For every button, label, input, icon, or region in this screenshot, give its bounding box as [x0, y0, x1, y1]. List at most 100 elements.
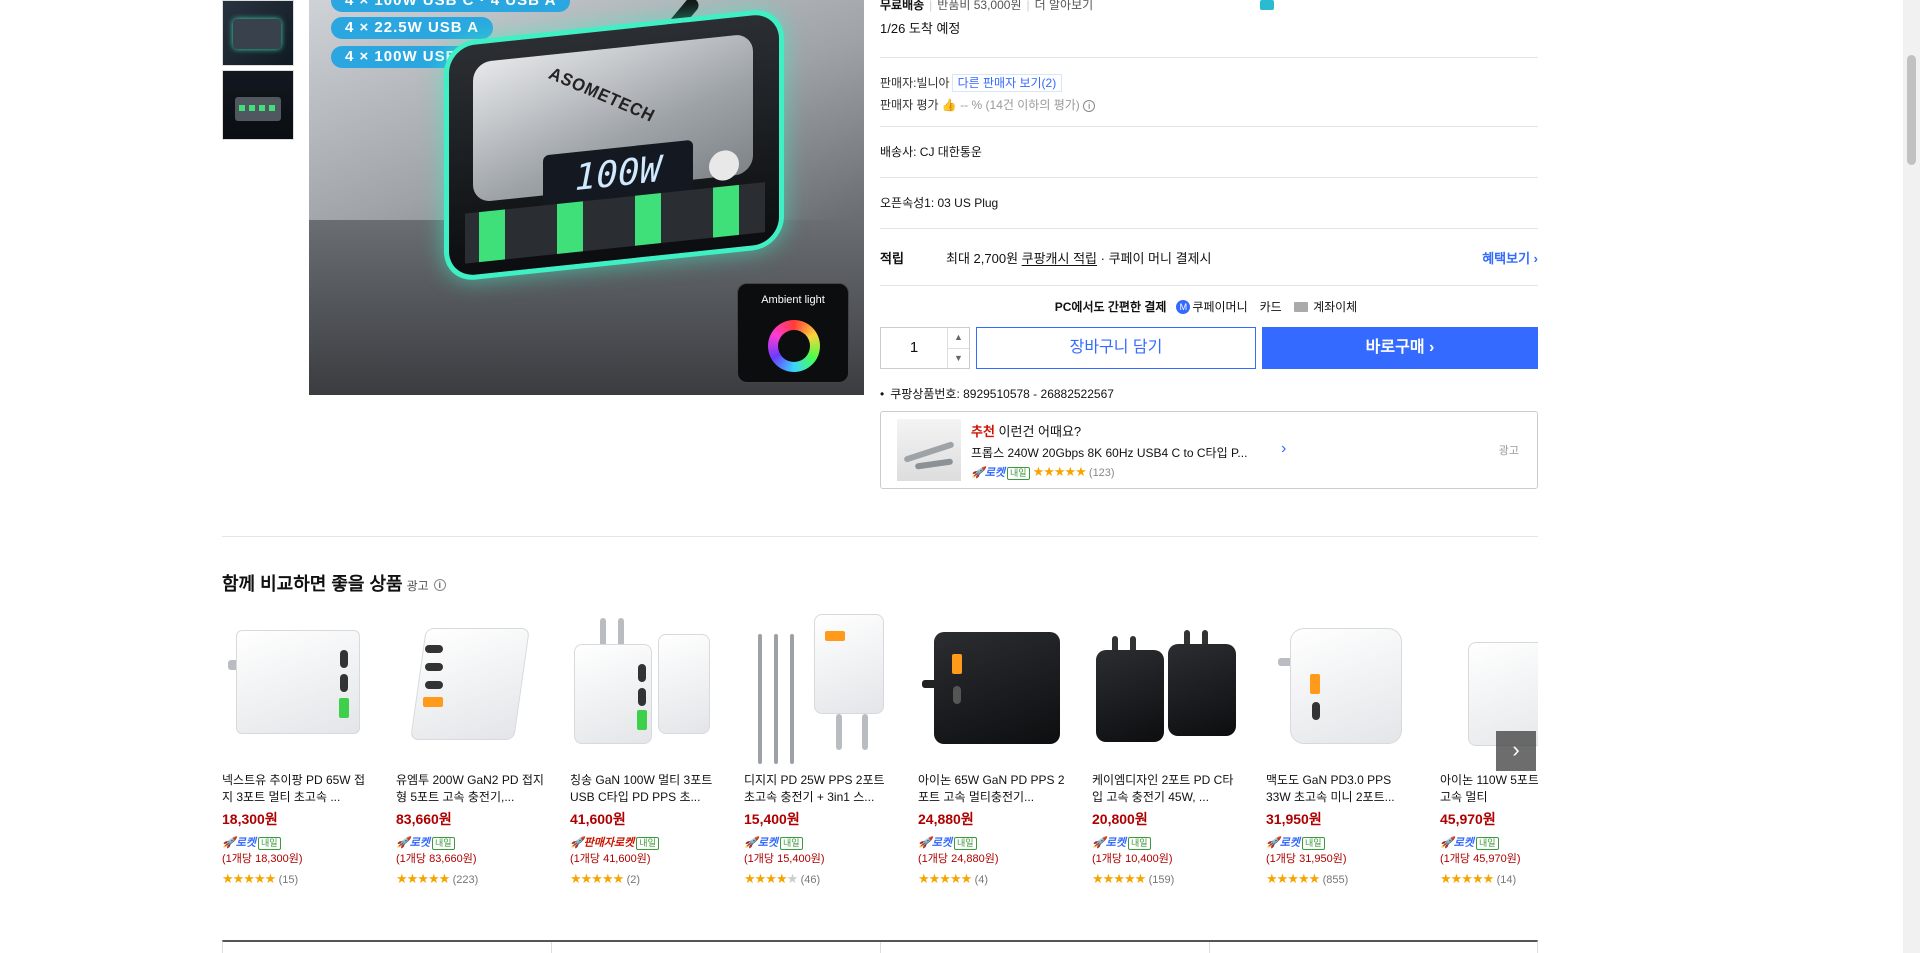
ad-label: 광고: [406, 579, 429, 593]
product-name[interactable]: 케이엠디자인 2포트 PD C타입 고속 충전기 45W, ...: [1092, 772, 1242, 806]
rocket-badge: 🚀로켓: [396, 837, 430, 849]
product-card[interactable]: 맥도도 GaN PD3.0 PPS 33W 초고속 미니 2포트... 31,9…: [1266, 614, 1416, 887]
product-price: 18,300원: [222, 811, 278, 827]
product-name[interactable]: 디지지 PD 25W PPS 2포트 초고속 충전기 + 3in1 스...: [744, 772, 894, 806]
product-name[interactable]: 아이논 110W 5포트 PD PPS 고속 멀티: [1440, 772, 1538, 806]
selected-option: 오픈속성1: 03 US Plug: [880, 196, 999, 210]
buy-now-button[interactable]: 바로구매 ›: [1262, 327, 1538, 369]
other-sellers-button[interactable]: 다른 판매자 보기(2): [951, 74, 1063, 92]
recommendation-ad[interactable]: 추천 이런건 어때요? 프롭스 240W 20Gbps 8K 60Hz USB4…: [880, 411, 1538, 489]
rocket-badge: 🚀로켓: [1266, 837, 1300, 849]
free-shipping-label: 무료배송: [880, 0, 925, 12]
learn-more-link[interactable]: 더 알아보기: [1035, 0, 1094, 12]
product-image[interactable]: [744, 614, 894, 764]
section-divider: [222, 536, 1538, 537]
seller-name[interactable]: 판매자:빌니아: [880, 76, 950, 90]
benefits-link[interactable]: 혜택보기 ›: [1482, 248, 1538, 267]
main-product-image[interactable]: 4 × 100W USB C · 4 USB A 4 × 22.5W USB A…: [309, 0, 864, 395]
tomorrow-badge: 내일: [953, 837, 977, 850]
product-image[interactable]: [570, 614, 720, 764]
star-rating: ★★★★★: [1440, 871, 1494, 886]
star-rating: ★★★★★: [918, 871, 972, 886]
scrollbar-thumb[interactable]: [1907, 55, 1916, 165]
product-card[interactable]: 케이엠디자인 2포트 PD C타입 고속 충전기 45W, ... 20,800…: [1092, 614, 1242, 887]
review-count: (14): [1496, 874, 1517, 886]
ad-label: 광고: [1498, 445, 1519, 457]
star-rating-empty: ★: [786, 871, 799, 886]
payment-methods: PC에서도 간편한 결제 M 쿠페이머니 카드 계좌이체: [880, 0, 1538, 326]
product-image[interactable]: [918, 614, 1068, 764]
color-ring-icon: [768, 320, 820, 372]
payment-title: PC에서도 간편한 결제: [1054, 299, 1167, 314]
info-icon[interactable]: i: [1083, 99, 1096, 112]
carousel-next-button[interactable]: ›: [1496, 731, 1536, 771]
product-image[interactable]: [1092, 614, 1242, 764]
add-to-cart-button[interactable]: 장바구니 담기: [976, 327, 1256, 369]
recommend-tag: 추천: [971, 423, 995, 439]
shipping-carrier: 배송사: CJ 대한통운: [880, 145, 982, 159]
arrival-date: 1/26 도착 예정: [880, 21, 961, 36]
product-image[interactable]: [222, 614, 372, 764]
product-name[interactable]: 유엠투 200W GaN2 PD 접지형 5포트 고속 충전기,...: [396, 772, 546, 806]
tomorrow-badge: 내일: [779, 837, 803, 850]
product-price: 31,950원: [1266, 811, 1322, 827]
review-count: (159): [1148, 874, 1175, 886]
recommended-product-image[interactable]: [897, 419, 961, 481]
unit-price: (1개당 45,970원): [1440, 853, 1521, 865]
unit-price: (1개당 15,400원): [744, 853, 825, 865]
review-count: (223): [452, 874, 479, 886]
star-rating: ★★★★★: [1032, 463, 1087, 479]
rocket-badge: 🚀로켓: [918, 837, 952, 849]
star-rating: ★★★★★: [1266, 871, 1320, 886]
product-image[interactable]: [396, 614, 546, 764]
star-rating: ★★★★★: [396, 871, 450, 886]
tomorrow-badge: 내일: [1475, 837, 1499, 850]
tomorrow-badge: 내일: [636, 837, 659, 850]
chevron-right-icon[interactable]: ›: [1281, 440, 1286, 458]
product-card[interactable]: 칭송 GaN 100W 멀티 3포트 USB C타입 PD PPS 초... 4…: [570, 614, 720, 887]
reward-row: 적립 최대 2,700원 쿠팡캐시 적립 · 쿠페이 머니 결제시 혜택보기 ›: [880, 229, 1538, 285]
delivery-summary: 무료배송 | 반품비 53,000원 | 더 알아보기: [880, 0, 1094, 12]
product-card[interactable]: 넥스트유 추이팡 PD 65W 접지 3포트 멀티 초고속 ... 18,300…: [222, 614, 372, 887]
unit-price: (1개당 83,660원): [396, 853, 477, 865]
unit-price: (1개당 41,600원): [570, 853, 651, 865]
product-card[interactable]: 아이논 65W GaN PD PPS 2포트 고속 멀티충전기... 24,88…: [918, 614, 1068, 887]
thumbnail-image[interactable]: [222, 70, 294, 140]
product-name[interactable]: 넥스트유 추이팡 PD 65W 접지 3포트 멀티 초고속 ...: [222, 772, 372, 806]
decrease-quantity-button[interactable]: ▼: [948, 347, 969, 369]
payment-method: 쿠페이머니: [1192, 299, 1248, 314]
rocket-badge: 🚀로켓: [744, 837, 778, 849]
quantity-stepper[interactable]: 1 ▲ ▼: [880, 327, 970, 369]
product-price: 83,660원: [396, 811, 452, 827]
review-count: (46): [800, 874, 821, 886]
review-count: (15): [278, 874, 299, 886]
return-fee: 반품비 53,000원: [937, 0, 1022, 12]
rocket-badge: 🚀로켓: [1092, 837, 1126, 849]
brand-logo: ASOMETECH: [545, 63, 659, 126]
unit-price: (1개당 24,880원): [918, 853, 999, 865]
chevron-right-icon: ›: [1512, 737, 1520, 762]
card-icon: [1259, 0, 1274, 10]
product-name[interactable]: 맥도도 GaN PD3.0 PPS 33W 초고속 미니 2포트...: [1266, 772, 1416, 806]
product-card[interactable]: 유엠투 200W GaN2 PD 접지형 5포트 고속 충전기,... 83,6…: [396, 614, 546, 887]
quantity-input[interactable]: 1: [881, 328, 947, 368]
detail-tabs-bar: [222, 940, 1538, 953]
review-count: (123): [1088, 466, 1115, 479]
product-card[interactable]: 디지지 PD 25W PPS 2포트 초고속 충전기 + 3in1 스... 1…: [744, 614, 894, 887]
unit-price: (1개당 18,300원): [222, 853, 303, 865]
product-name[interactable]: 아이논 65W GaN PD PPS 2포트 고속 멀티충전기...: [918, 772, 1068, 806]
thumbnail-image[interactable]: [222, 0, 294, 66]
product-price: 41,600원: [570, 811, 626, 827]
compare-section-title: 함께 비교하면 좋을 상품 광고 i: [222, 570, 446, 596]
coupang-cash-link[interactable]: 쿠팡캐시 적립: [1022, 251, 1097, 266]
ambient-light-badge: Ambient light: [737, 283, 849, 383]
recommended-product-name[interactable]: 프롭스 240W 20Gbps 8K 60Hz USB4 C to C타입 P.…: [971, 444, 1271, 461]
product-image[interactable]: [1266, 614, 1416, 764]
product-price: 15,400원: [744, 811, 800, 827]
product-name[interactable]: 칭송 GaN 100W 멀티 3포트 USB C타입 PD PPS 초...: [570, 772, 720, 806]
thumbs-up-icon: 👍: [941, 98, 957, 112]
info-icon[interactable]: i: [433, 579, 446, 592]
product-number: 쿠팡상품번호: 8929510578 - 26882522567: [880, 385, 1538, 402]
increase-quantity-button[interactable]: ▲: [948, 328, 969, 348]
page-scrollbar[interactable]: [1903, 0, 1920, 953]
